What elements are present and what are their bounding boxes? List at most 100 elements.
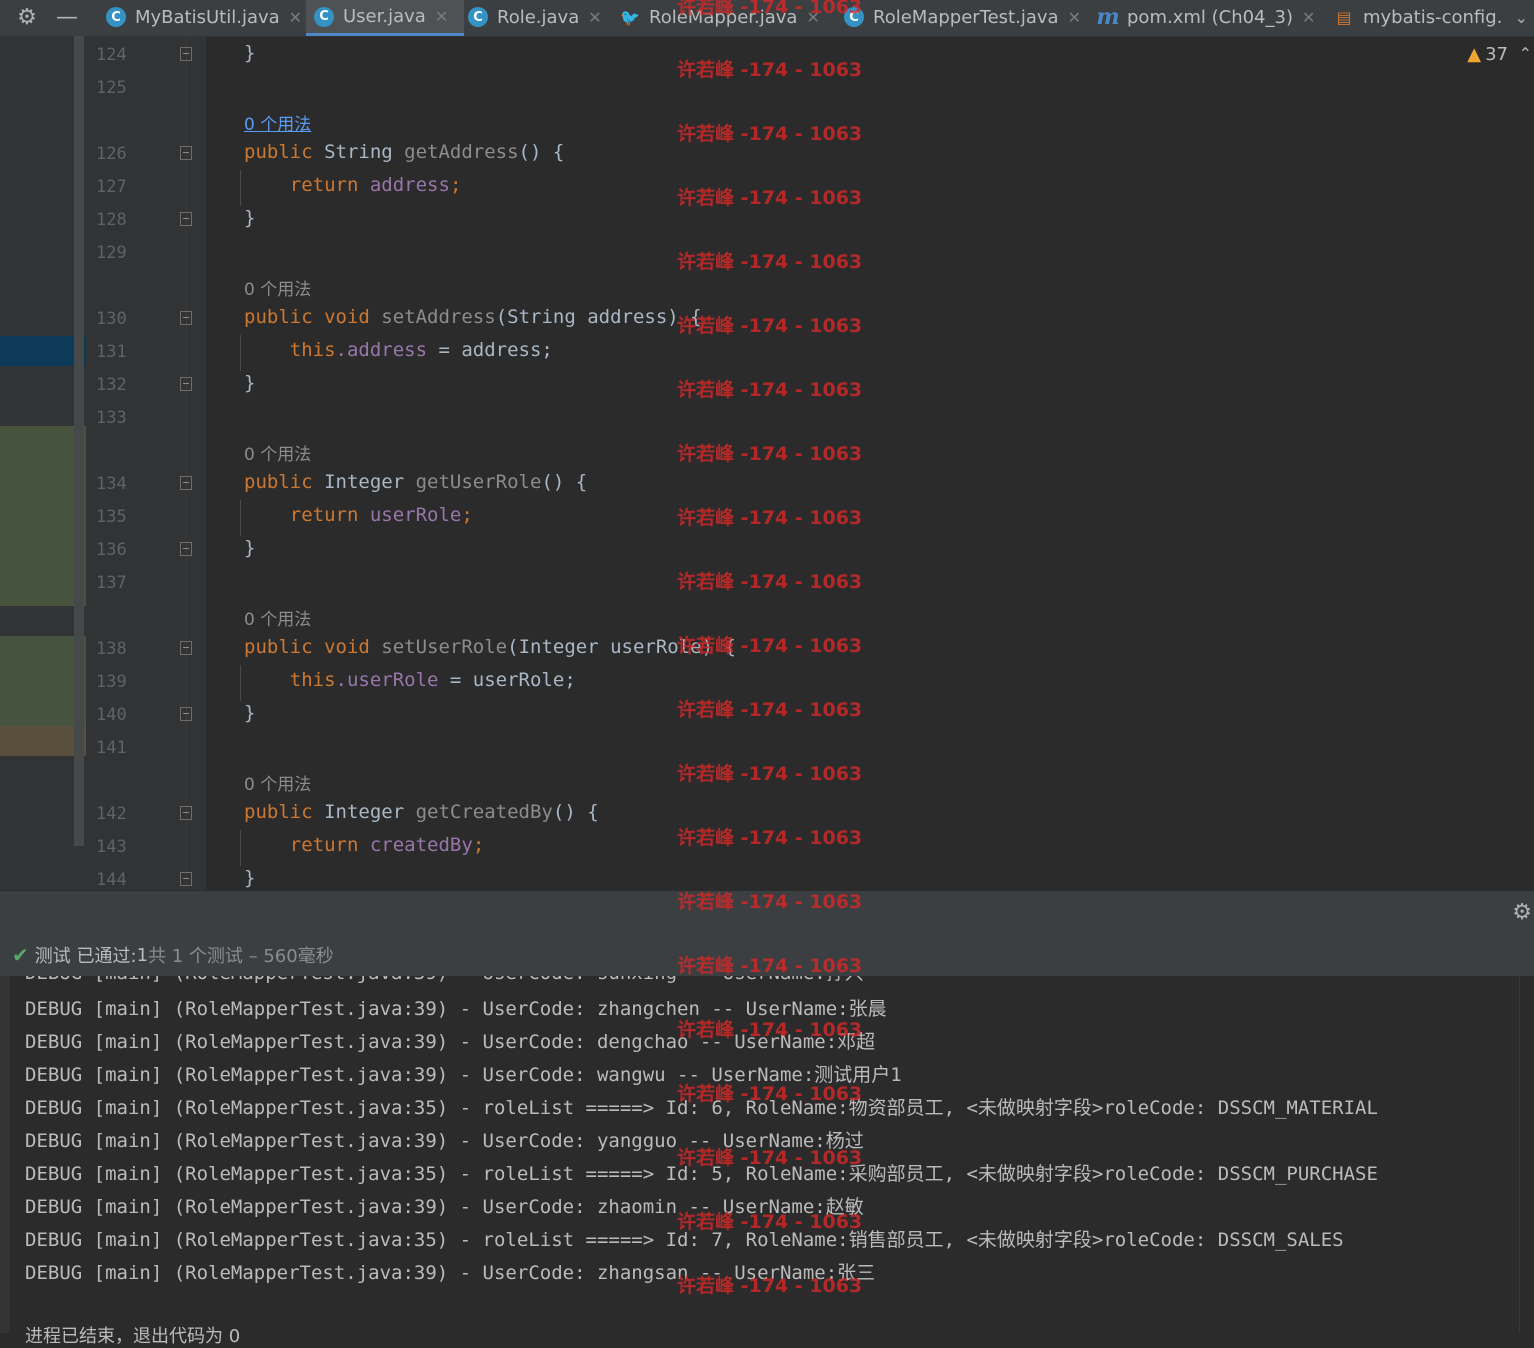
xml-file-icon: ▤ [1336,7,1352,27]
watermark: 许若峰 -174 - 1063 [677,635,863,657]
line-number: 135 [96,507,127,527]
code-line[interactable]: public String getAddress() { [244,141,564,163]
watermark: 许若峰 -174 - 1063 [677,891,863,913]
line-number: 138 [96,639,127,659]
watermark: 许若峰 -174 - 1063 [677,507,863,529]
fold-icon[interactable] [180,377,192,391]
code-line[interactable]: this.userRole = userRole; [244,669,576,691]
code-line[interactable]: return address; [244,174,462,196]
line-number: 144 [96,870,127,890]
code-line[interactable]: this.address = address; [244,339,553,361]
mapper-bird-icon: 🐦 [620,7,640,27]
fold-icon[interactable] [180,872,192,886]
fold-icon[interactable] [180,641,192,655]
fold-icon[interactable] [180,311,192,325]
watermark: 许若峰 -174 - 1063 [677,571,863,593]
close-icon[interactable]: ✕ [588,8,601,27]
line-number: 140 [96,705,127,725]
watermark: 许若峰 -174 - 1063 [677,1019,863,1041]
close-icon[interactable]: ✕ [435,7,448,26]
line-number-gutter [86,36,206,890]
test-passed-label: 测试 已通过: [34,946,137,967]
close-icon[interactable]: ✕ [1068,8,1081,27]
usage-hint[interactable]: 0 个用法 [244,275,311,300]
fold-icon[interactable] [180,806,192,820]
gear-icon[interactable]: ⚙ [1512,900,1532,925]
inspection-warnings[interactable]: ▲ 37 [1467,44,1508,65]
code-line[interactable]: } [244,372,255,394]
code-line[interactable]: return createdBy; [244,834,485,856]
watermark: 许若峰 -174 - 1063 [677,315,863,337]
code-line[interactable]: } [244,702,255,724]
line-number: 126 [96,144,127,164]
usage-hint[interactable]: 0 个用法 [244,605,311,630]
tab-pom[interactable]: m pom.xml (Ch04_3) ✕ [1094,0,1324,34]
tab-user[interactable]: C User.java ✕ [306,0,464,36]
fold-icon[interactable] [180,707,192,721]
watermark: 许若峰 -174 - 1063 [677,123,863,145]
tab-mybatisutil[interactable]: C MyBatisUtil.java ✕ [100,0,306,34]
fold-icon[interactable] [180,542,192,556]
watermark: 许若峰 -174 - 1063 [677,379,863,401]
tab-label: pom.xml (Ch04_3) [1127,6,1293,28]
class-icon: C [106,7,126,27]
watermark: 许若峰 -174 - 1063 [677,443,863,465]
line-number: 136 [96,540,127,560]
minimize-icon[interactable]: — [50,0,84,34]
class-icon: C [468,7,488,27]
close-icon[interactable]: ✕ [1302,8,1315,27]
tab-role[interactable]: C Role.java ✕ [462,0,614,34]
code-line[interactable]: } [244,42,255,64]
warning-count: 37 [1485,44,1508,65]
tab-rolemappertest[interactable]: C RoleMapperTest.java ✕ [838,0,1092,34]
usage-hint[interactable]: 0 个用法 [244,440,311,465]
watermark: 许若峰 -174 - 1063 [677,763,863,785]
watermark: 许若峰 -174 - 1063 [677,187,863,209]
line-number: 124 [96,45,127,65]
line-number: 139 [96,672,127,692]
watermark: 许若峰 -174 - 1063 [677,59,863,81]
code-line[interactable]: } [244,537,255,559]
line-number: 137 [96,573,127,593]
indent-guide [240,335,241,371]
test-detail: 共 1 个测试 – 560毫秒 [148,946,334,967]
code-line[interactable]: return userRole; [244,504,473,526]
class-icon: C [314,6,334,27]
gutter-divider [186,36,187,890]
line-number: 129 [96,243,127,263]
line-number: 133 [96,408,127,428]
watermark: 许若峰 -174 - 1063 [677,1211,863,1233]
chevron-down-icon[interactable]: ⌄ [1515,0,1528,34]
line-number: 143 [96,837,127,857]
gear-icon[interactable]: ⚙ [10,0,44,34]
code-line[interactable]: public Integer getCreatedBy() { [244,801,599,823]
tab-label: User.java [343,6,426,27]
indent-guide [240,665,241,701]
watermark: 许若峰 -174 - 1063 [677,251,863,273]
indent-guide [240,170,241,206]
watermark: 许若峰 -174 - 1063 [677,1275,863,1297]
fold-icon[interactable] [180,146,192,160]
watermark: 许若峰 -174 - 1063 [677,827,863,849]
usage-hint[interactable]: 0 个用法 [244,110,311,135]
line-number: 128 [96,210,127,230]
indent-guide [240,500,241,536]
chevron-up-icon[interactable]: ⌃ [1519,44,1532,63]
console-scrollbar[interactable] [1519,976,1534,1333]
code-line[interactable]: } [244,207,255,229]
line-number: 125 [96,78,127,98]
fold-icon[interactable] [180,47,192,61]
fold-icon[interactable] [180,212,192,226]
fold-icon[interactable] [180,476,192,490]
code-line[interactable]: public void setUserRole(Integer userRole… [244,636,736,658]
line-number: 134 [96,474,127,494]
close-icon[interactable]: ✕ [289,8,302,27]
editor-scrollbar[interactable] [74,36,84,846]
console-line: 进程已结束，退出代码为 0 [25,1326,241,1347]
code-line[interactable]: public void setAddress(String address) { [244,306,702,328]
code-line[interactable]: public Integer getUserRole() { [244,471,587,493]
tab-mybatis-config[interactable]: ▤ mybatis-config. [1328,0,1508,34]
usage-hint[interactable]: 0 个用法 [244,770,311,795]
code-line[interactable]: } [244,867,255,889]
watermark: 许若峰 -174 - 1063 [677,1083,863,1105]
